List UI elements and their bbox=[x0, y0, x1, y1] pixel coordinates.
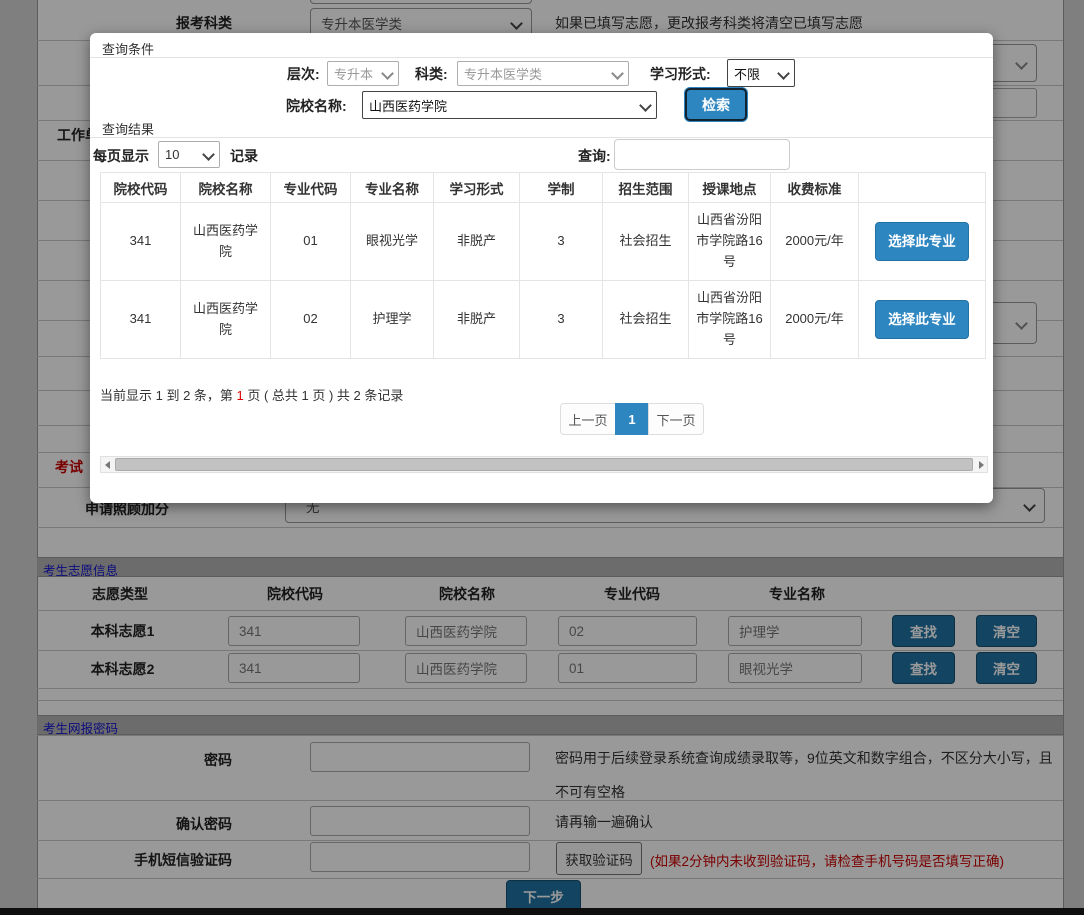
category-select[interactable]: 专升本医学类 bbox=[457, 61, 629, 86]
chevron-down-icon bbox=[202, 148, 215, 161]
result-row: 341 山西医药学院 02 护理学 非脱产 3 社会招生 山西省汾阳市学院路16… bbox=[101, 281, 986, 359]
col-study-form: 学习形式 bbox=[434, 173, 520, 203]
query-conditions-title: 查询条件 bbox=[102, 39, 154, 58]
per-page-prefix: 每页显示 bbox=[93, 146, 149, 166]
pagination-summary: 当前显示 1 到 2 条，第 1 页 ( 总共 1 页 ) 共 2 条记录 bbox=[100, 385, 403, 404]
results-header-row: 院校代码 院校名称 专业代码 专业名称 学习形式 学制 招生范围 授课地点 收费… bbox=[101, 173, 986, 203]
chevron-down-icon bbox=[777, 67, 790, 80]
major-query-dialog: 查询条件 层次: 专升本 科类: 专升本医学类 学习形式: 不限 院校名称: 山… bbox=[90, 33, 993, 503]
scroll-left-arrow-icon[interactable] bbox=[101, 457, 113, 472]
current-page-number: 1 bbox=[237, 388, 244, 403]
chevron-down-icon bbox=[381, 67, 394, 80]
per-page-suffix: 记录 bbox=[230, 146, 258, 166]
section-divider bbox=[90, 137, 993, 138]
page-1-button[interactable]: 1 bbox=[615, 403, 649, 435]
col-location: 授课地点 bbox=[689, 173, 771, 203]
section-divider bbox=[90, 57, 993, 58]
scroll-right-arrow-icon[interactable] bbox=[975, 457, 987, 472]
level-select[interactable]: 专升本 bbox=[327, 61, 399, 86]
prev-page-button[interactable]: 上一页 bbox=[560, 403, 616, 435]
quick-search-label: 查询: bbox=[578, 146, 611, 166]
school-name-label: 院校名称: bbox=[286, 96, 347, 116]
quick-search-input[interactable] bbox=[614, 139, 790, 170]
col-action bbox=[859, 173, 986, 203]
study-form-label: 学习形式: bbox=[650, 64, 711, 84]
page-root: 报考科类 专升本医学类 如果已填写志愿，更改报考科类将清空已填写志愿 工作单位 … bbox=[0, 0, 1084, 915]
per-page-select[interactable]: 10 bbox=[158, 141, 220, 168]
school-name-select[interactable]: 山西医药学院 bbox=[362, 91, 657, 119]
col-school-code: 院校代码 bbox=[101, 173, 181, 203]
result-row: 341 山西医药学院 01 眼视光学 非脱产 3 社会招生 山西省汾阳市学院路1… bbox=[101, 203, 986, 281]
scrollbar-thumb[interactable] bbox=[115, 458, 973, 471]
search-button[interactable]: 检索 bbox=[685, 88, 747, 121]
col-school-name: 院校名称 bbox=[181, 173, 271, 203]
next-page-button[interactable]: 下一页 bbox=[648, 403, 704, 435]
chevron-down-icon bbox=[611, 67, 624, 80]
study-form-select[interactable]: 不限 bbox=[727, 59, 795, 87]
pagination-controls: 上一页 1 下一页 bbox=[560, 403, 704, 435]
horizontal-scrollbar[interactable] bbox=[100, 456, 988, 473]
col-scope: 招生范围 bbox=[603, 173, 689, 203]
col-years: 学制 bbox=[520, 173, 603, 203]
level-label: 层次: bbox=[287, 64, 320, 84]
col-major-name: 专业名称 bbox=[351, 173, 434, 203]
category-label: 科类: bbox=[415, 64, 448, 84]
select-major-button[interactable]: 选择此专业 bbox=[875, 222, 969, 262]
chevron-down-icon bbox=[639, 99, 652, 112]
col-major-code: 专业代码 bbox=[271, 173, 351, 203]
select-major-button[interactable]: 选择此专业 bbox=[875, 300, 969, 340]
results-table: 院校代码 院校名称 专业代码 专业名称 学习形式 学制 招生范围 授课地点 收费… bbox=[100, 172, 986, 359]
col-fee: 收费标准 bbox=[771, 173, 859, 203]
query-results-title: 查询结果 bbox=[102, 119, 154, 138]
